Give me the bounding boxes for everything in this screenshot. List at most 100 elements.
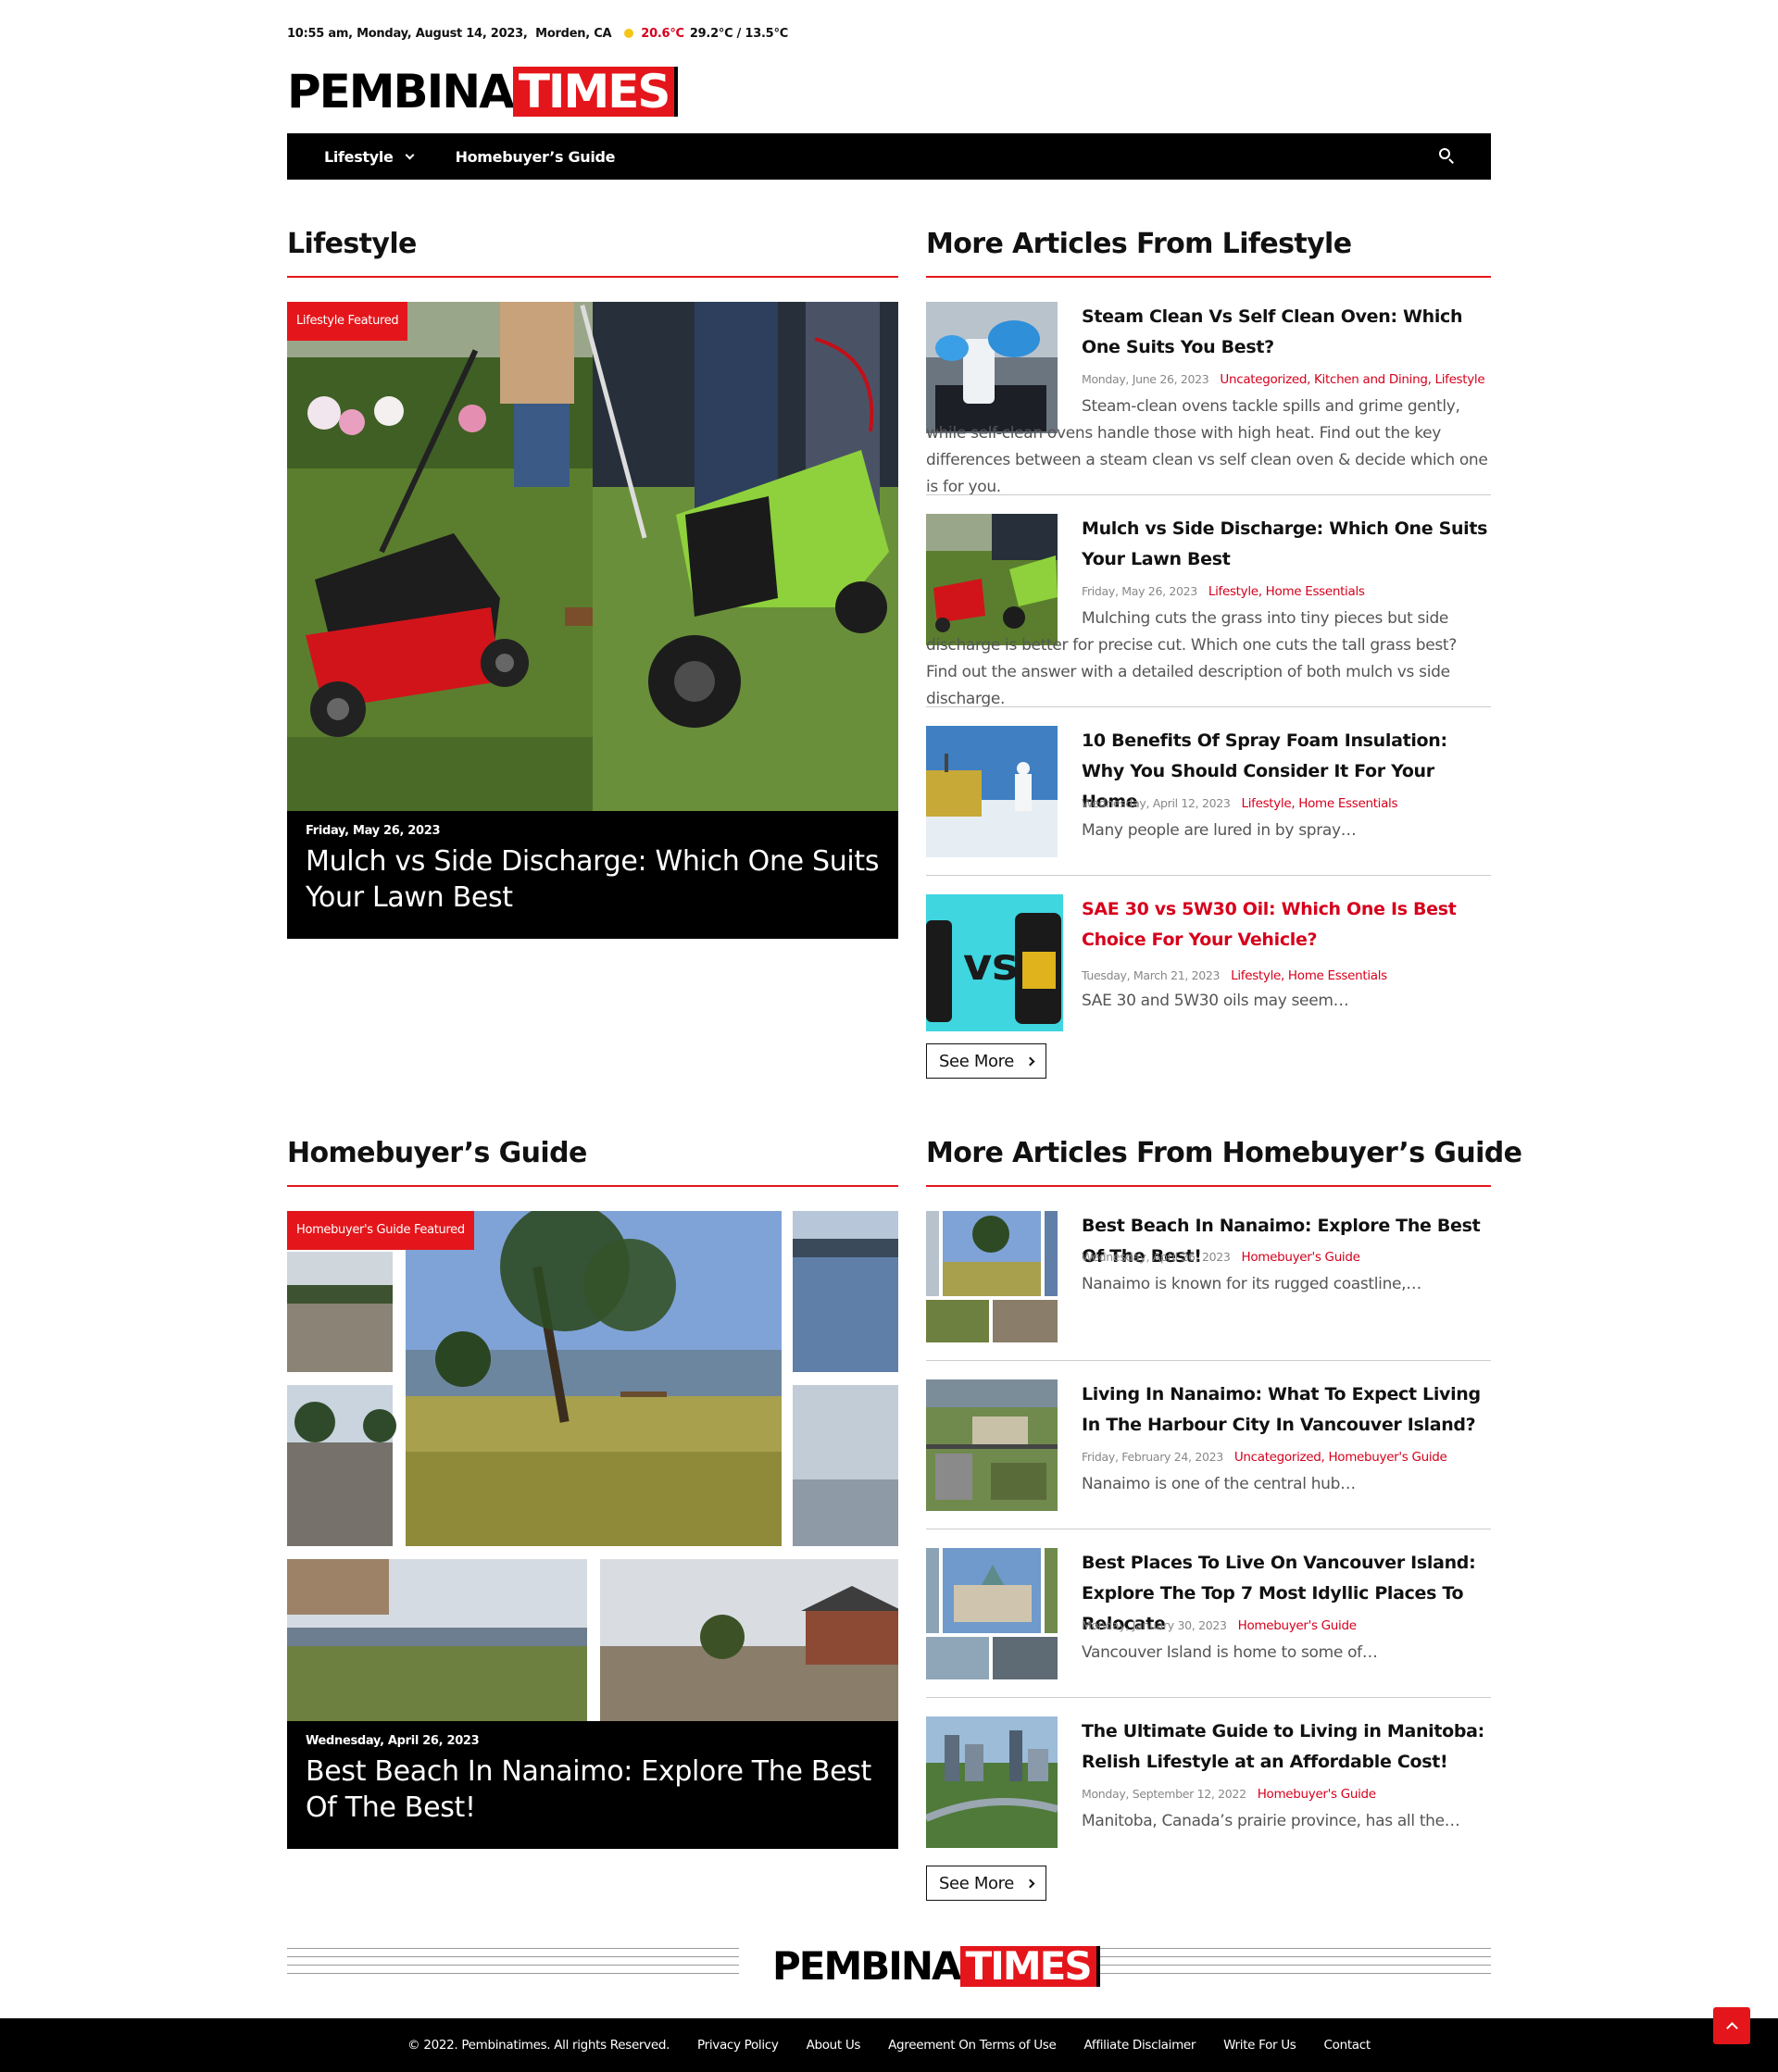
article-title[interactable]: Mulch vs Side Discharge: Which One Suits…	[1082, 514, 1491, 575]
article-date: Wednesday, April 26, 2023	[1082, 1250, 1231, 1264]
featured-badge[interactable]: Homebuyer's Guide Featured	[287, 1211, 474, 1250]
thumbnail-vs-text: vs	[963, 939, 1018, 991]
footer-logo[interactable]: PEMBINA TIMES	[772, 1946, 1100, 1987]
divider	[926, 494, 1491, 495]
logo-text-pembina: PEMBINA	[287, 65, 515, 119]
article-title[interactable]: Steam Clean Vs Self Clean Oven: Which On…	[1082, 302, 1491, 363]
article-date: Monday, September 12, 2022	[1082, 1787, 1246, 1801]
current-location: Morden, CA	[535, 26, 612, 41]
article-excerpt: Manitoba, Canada’s prairie province, has…	[1082, 1812, 1460, 1830]
article-categories[interactable]: Lifestyle, Home Essentials	[1208, 584, 1365, 599]
article-excerpt: Many people are lured in by spray…	[1082, 821, 1357, 840]
nav-item-homebuyers-guide[interactable]: Homebuyer’s Guide	[456, 148, 616, 166]
article-categories[interactable]: Homebuyer's Guide	[1242, 1250, 1360, 1265]
featured-date: Wednesday, April 26, 2023	[306, 1734, 480, 1748]
article-date: Monday, January 30, 2023	[1082, 1618, 1227, 1632]
article-thumbnail-nanaimo-beach[interactable]	[926, 1211, 1058, 1342]
divider	[926, 1697, 1491, 1698]
logo-text-times: TIMES	[512, 67, 679, 117]
featured-article-lifestyle[interactable]: Lifestyle Featured Friday, May 26, 2023 …	[287, 302, 898, 939]
footer-bar: © 2022. Pembinatimes. All rights Reserve…	[0, 2018, 1778, 2072]
article-excerpt: Nanaimo is one of the central hub…	[1082, 1475, 1356, 1493]
article-date: Friday, February 24, 2023	[1082, 1450, 1223, 1464]
article-date: Wednesday, April 12, 2023	[1082, 796, 1231, 810]
list-item: Mulch vs Side Discharge: Which One Suits…	[926, 514, 1491, 708]
main-navigation: Lifestyle Homebuyer’s Guide	[287, 133, 1491, 180]
article-thumbnail-vancouver-island[interactable]	[926, 1548, 1058, 1679]
footer-link-affiliate-disclaimer[interactable]: Affiliate Disclaimer	[1083, 2038, 1196, 2053]
article-date: Tuesday, March 21, 2023	[1082, 968, 1221, 982]
search-icon[interactable]	[1439, 148, 1454, 164]
see-more-button-homebuyers-guide[interactable]: See More	[926, 1866, 1046, 1901]
article-meta: Tuesday, March 21, 2023 Lifestyle, Home …	[1082, 968, 1387, 983]
section-title-lifestyle: Lifestyle	[287, 228, 417, 260]
footer-link-privacy-policy[interactable]: Privacy Policy	[697, 2038, 779, 2053]
see-more-label: See More	[938, 1873, 1015, 1893]
list-item: 10 Benefits Of Spray Foam Insulation: Wh…	[926, 726, 1491, 857]
chevron-right-icon	[1025, 1879, 1035, 1888]
footer-copyright: © 2022. Pembinatimes. All rights Reserve…	[407, 2038, 670, 2053]
featured-badge[interactable]: Lifestyle Featured	[287, 302, 408, 341]
article-title[interactable]: The Ultimate Guide to Living in Manitoba…	[1082, 1716, 1491, 1778]
article-thumbnail-oil-comparison[interactable]: vs	[926, 894, 1063, 1031]
article-excerpt: Nanaimo is known for its rugged coastlin…	[1082, 1275, 1421, 1293]
footer-link-contact[interactable]: Contact	[1324, 2038, 1371, 2053]
featured-caption: Friday, May 26, 2023 Mulch vs Side Disch…	[287, 811, 898, 939]
section-title-homebuyers-guide: Homebuyer’s Guide	[287, 1137, 587, 1169]
article-thumbnail-nanaimo-city[interactable]	[926, 1379, 1058, 1511]
divider	[926, 1360, 1491, 1361]
article-categories[interactable]: Homebuyer's Guide	[1238, 1618, 1357, 1633]
section-divider	[287, 276, 898, 278]
decorative-lines	[1039, 1948, 1491, 1981]
article-thumbnail-spray-foam[interactable]	[926, 726, 1058, 857]
footer-link-terms-of-use[interactable]: Agreement On Terms of Use	[888, 2038, 1057, 2053]
temperature-range: 29.2°C / 13.5°C	[689, 26, 788, 41]
article-meta: Monday, September 12, 2022 Homebuyer's G…	[1082, 1787, 1376, 1802]
article-title[interactable]: Living In Nanaimo: What To Expect Living…	[1082, 1379, 1491, 1441]
article-categories[interactable]: Lifestyle, Home Essentials	[1242, 796, 1398, 811]
nav-item-label: Lifestyle	[324, 147, 394, 166]
current-temperature: 20.6°C	[641, 26, 684, 41]
featured-title[interactable]: Mulch vs Side Discharge: Which One Suits…	[306, 843, 880, 916]
section-title-more-homebuyers-guide: More Articles From Homebuyer’s Guide	[926, 1137, 1522, 1169]
article-date: Monday, June 26, 2023	[1082, 372, 1209, 386]
article-excerpt: Vancouver Island is home to some of…	[1082, 1643, 1378, 1662]
logo-text-pembina: PEMBINA	[772, 1943, 962, 1989]
featured-image-nanaimo-beach-collage[interactable]	[287, 1211, 898, 1721]
list-item: The Ultimate Guide to Living in Manitoba…	[926, 1716, 1491, 1848]
list-item: Living In Nanaimo: What To Expect Living…	[926, 1379, 1491, 1511]
footer-link-write-for-us[interactable]: Write For Us	[1223, 2038, 1296, 2053]
article-meta: Friday, May 26, 2023 Lifestyle, Home Ess…	[1082, 584, 1365, 599]
current-datetime: 10:55 am, Monday, August 14, 2023,	[287, 26, 528, 41]
site-logo[interactable]: PEMBINA TIMES	[287, 67, 1491, 117]
section-title-more-lifestyle: More Articles From Lifestyle	[926, 228, 1352, 260]
list-item: vs SAE 30 vs 5W30 Oil: Which One Is Best…	[926, 894, 1491, 1031]
list-item: Best Places To Live On Vancouver Island:…	[926, 1548, 1491, 1679]
section-divider	[926, 1185, 1491, 1187]
featured-caption: Wednesday, April 26, 2023 Best Beach In …	[287, 1721, 898, 1849]
footer-link-about-us[interactable]: About Us	[807, 2038, 861, 2053]
article-categories[interactable]: Lifestyle, Home Essentials	[1231, 968, 1387, 983]
article-categories[interactable]: Uncategorized, Homebuyer's Guide	[1234, 1450, 1447, 1465]
article-title[interactable]: SAE 30 vs 5W30 Oil: Which One Is Best Ch…	[1082, 894, 1491, 955]
featured-article-homebuyers-guide[interactable]: Homebuyer's Guide Featured Wednesday, Ap…	[287, 1211, 898, 1849]
see-more-button-lifestyle[interactable]: See More	[926, 1043, 1046, 1079]
back-to-top-button[interactable]	[1713, 2007, 1750, 2044]
section-divider	[287, 1185, 898, 1187]
article-categories[interactable]: Homebuyer's Guide	[1258, 1787, 1376, 1802]
featured-title[interactable]: Best Beach In Nanaimo: Explore The Best …	[306, 1754, 880, 1826]
nav-item-lifestyle[interactable]: Lifestyle	[324, 147, 415, 166]
article-date: Friday, May 26, 2023	[1082, 584, 1197, 598]
chevron-right-icon	[1025, 1056, 1035, 1066]
article-categories[interactable]: Uncategorized, Kitchen and Dining, Lifes…	[1220, 372, 1484, 387]
list-item: Steam Clean Vs Self Clean Oven: Which On…	[926, 302, 1491, 496]
featured-image-lawn-mowers[interactable]	[287, 302, 898, 811]
article-meta: Wednesday, April 26, 2023 Homebuyer's Gu…	[1082, 1250, 1360, 1265]
divider	[926, 875, 1491, 876]
article-meta: Wednesday, April 12, 2023 Lifestyle, Hom…	[1082, 796, 1398, 811]
see-more-label: See More	[938, 1051, 1015, 1071]
article-thumbnail-manitoba[interactable]	[926, 1716, 1058, 1848]
logo-text-times: TIMES	[959, 1946, 1100, 1987]
top-info-bar: 10:55 am, Monday, August 14, 2023, Morde…	[287, 24, 1491, 43]
article-excerpt: Mulching cuts the grass into tiny pieces…	[926, 609, 1457, 708]
